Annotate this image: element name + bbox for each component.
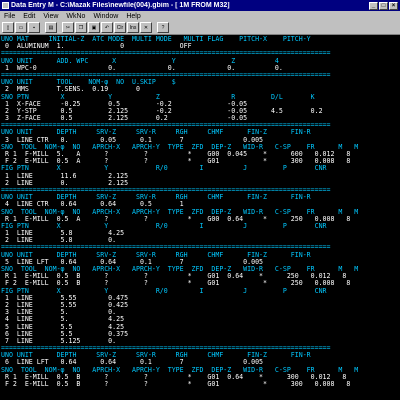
program-row[interactable]: 5 LINE LFT 0.64 0.64 0.1 7 0.005	[1, 259, 400, 266]
close-button[interactable]: ×	[389, 1, 398, 10]
program-row[interactable]: 3 Z-FACE 0.5 2.125 0.2 -0.05	[1, 115, 400, 122]
insert-button[interactable]: Ins	[127, 22, 139, 33]
row-separator: ========================================…	[1, 345, 331, 353]
program-row[interactable]: 2 Y-STP 0.5 2.125 -0.2 -0.05 4.5 0.2	[1, 108, 400, 115]
program-row[interactable]: R 1 E-MILL 0.5 B ? ? * G01 0.64 * 300 0.…	[1, 374, 400, 381]
row-header: SNO TOOL NOM-φ NO APRCH-X APRCH-Y TYPE Z…	[1, 208, 359, 216]
row-header: FIG PTN X Y R/0 I J P CNR	[1, 222, 327, 230]
row-header: UNO UNIT DEPTH SRV-Z SRV-R RGH CHMF FIN-…	[1, 251, 311, 259]
menu-wkno[interactable]: WkNo	[62, 13, 89, 20]
program-row[interactable]: F 2 E-MILL 0.5 A ? ? * G01 * 300 0.008 8	[1, 158, 400, 165]
save-icon[interactable]: ▪	[28, 22, 40, 33]
row-separator: ========================================…	[1, 122, 331, 130]
row-header: SNO TOOL NOM-φ NO APRCH-X APRCH-Y TYPE Z…	[1, 266, 359, 273]
row-header: UNO UNIT DEPTH SRV-Z SRV-R RGH CHMF FIN-…	[1, 194, 311, 202]
program-row[interactable]: 2 MMS T.SENS. 0.19 0	[1, 86, 400, 93]
program-row[interactable]: 1 LINE 5.8 4.25	[1, 230, 400, 237]
open-folder-icon[interactable]: ▭	[15, 22, 27, 33]
row-header: FIG PTN X Y R/0 I J P CNR	[1, 165, 327, 173]
row-separator: ========================================…	[1, 71, 331, 79]
paste-icon[interactable]: ▣	[88, 22, 100, 33]
cut-icon[interactable]: ✂	[62, 22, 74, 33]
program-row[interactable]: 3 LINE 5. 0.	[1, 309, 400, 316]
menu-file[interactable]: File	[0, 13, 19, 20]
maximize-button[interactable]: □	[379, 1, 388, 10]
program-editor[interactable]: UNO MAT INITIAL-Z ATC MODE MULTI MODE MU…	[0, 36, 400, 400]
program-row[interactable]: 2 LINE 5.55 0.425	[1, 302, 400, 309]
program-row[interactable]: 2 LINE 0. 2.125	[1, 180, 400, 187]
delete-icon[interactable]: ✕	[140, 22, 152, 33]
program-row[interactable]: 5 LINE 5.5 4.25	[1, 324, 400, 331]
row-separator: ========================================…	[1, 244, 331, 252]
program-row[interactable]: R 1 F-MILL 5. A ? ? * G00 0.045 * 600 0.…	[1, 151, 400, 158]
row-header: SNO TOOL NOM-φ NO APRCH-X APRCH-Y TYPE Z…	[1, 143, 359, 151]
row-header: UNO UNIT DEPTH SRV-Z SRV-R RGH CHMF FIN-…	[1, 352, 311, 360]
app-icon[interactable]	[2, 2, 9, 9]
row-separator: ========================================…	[1, 186, 331, 194]
program-row[interactable]: R 1 E-MILL 0.5 B ? ? * G01 0.64 * 250 0.…	[1, 273, 400, 280]
row-header: SNO PTN X Y Z R D/L K	[1, 93, 315, 101]
undo-icon[interactable]: ↶	[101, 22, 113, 33]
row-header: SNO TOOL NOM-φ NO APRCH-X APRCH-Y TYPE Z…	[1, 366, 359, 374]
program-row[interactable]: 6 LINE 5.5 0.375	[1, 331, 400, 338]
program-row[interactable]: 1 WPC-0 0. 0. 0. 0.	[1, 65, 400, 72]
program-row[interactable]: 1 LINE 11.6 2.125	[1, 173, 400, 180]
copy-icon[interactable]: ❐	[75, 22, 87, 33]
row-separator: ========================================…	[1, 50, 331, 58]
program-row[interactable]: 4 LINE 5. 4.25	[1, 316, 400, 323]
program-row[interactable]: 3 LINE CTR 0. 0.05 0.1 7 0.005	[1, 137, 400, 144]
program-row[interactable]: R 1 E-MILL 0.5 A ? ? * G00 0.64 * 250 0.…	[1, 216, 400, 223]
menu-help[interactable]: Help	[122, 13, 144, 20]
program-row[interactable]: F 2 E-MILL 0.5 B ? ? * G01 * 300 0.008 8	[1, 381, 400, 388]
program-row[interactable]: 0 ALUMINUM 1. 0 OFF	[1, 43, 400, 50]
minimize-button[interactable]: _	[369, 1, 378, 10]
help-icon[interactable]: ?	[157, 22, 169, 33]
row-header: UNO UNIT DEPTH SRV-Z SRV-R RGH CHMF FIN-…	[1, 129, 311, 137]
program-row[interactable]: 2 LINE 5.8 0.	[1, 237, 400, 244]
menu-edit[interactable]: Edit	[19, 13, 39, 20]
toolbar: ▯ ▭ ▪ ▤ ✂ ❐ ▣ ↶ Clr Ins ✕ ?	[0, 21, 400, 35]
menu-view[interactable]: View	[39, 13, 62, 20]
program-row[interactable]: 4 LINE CTR 0.64 0.64 0.5 1	[1, 201, 400, 208]
row-header: UNO UNIT TOOL NOM-φ NO U.SKIP $	[1, 79, 176, 87]
row-header: UNO UNIT ADD. WPC X Y Z 4	[1, 57, 279, 65]
program-row[interactable]: 6 LINE LFT 0.64 0.64 0.1 7 0.005	[1, 359, 400, 366]
print-icon[interactable]: ▤	[45, 22, 57, 33]
program-row[interactable]: 1 X-FACE -0.25 0.5 -0.2 -0.05	[1, 101, 400, 108]
program-row[interactable]: 1 LINE 5.55 0.475	[1, 295, 400, 302]
program-row[interactable]: F 2 E-MILL 0.5 B ? ? * G01 * 250 0.008 8	[1, 280, 400, 287]
row-header: FIG PTN X Y R/0 I J P CNR	[1, 287, 327, 295]
new-file-icon[interactable]: ▯	[2, 22, 14, 33]
window-title: Data Entry M - C:\Mazak Files\newfile(00…	[11, 2, 230, 9]
row-header: UNO MAT INITIAL-Z ATC MODE MULTI MODE MU…	[1, 36, 311, 43]
menu-window[interactable]: Window	[89, 13, 122, 20]
clear-button[interactable]: Clr	[114, 22, 126, 33]
menu-bar: File Edit View WkNo Window Help	[0, 11, 400, 21]
program-row[interactable]: 7 LINE 5.125 0.	[1, 338, 400, 345]
title-bar: Data Entry M - C:\Mazak Files\newfile(00…	[0, 0, 400, 11]
